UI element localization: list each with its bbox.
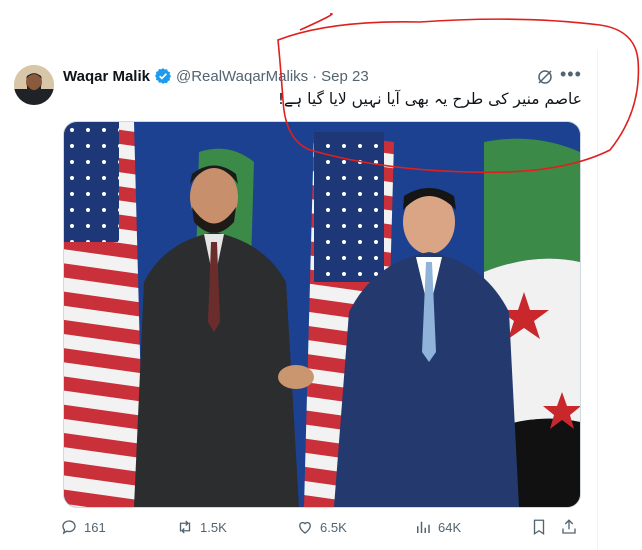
tweet-date[interactable]: Sep 23 [321, 68, 369, 85]
share-button[interactable] [560, 518, 584, 536]
like-button[interactable]: 6.5K [296, 518, 347, 536]
tweet-text: عاصم منیر کی طرح یہ بھی آیا نہیں لایا گی… [277, 90, 582, 108]
repost-button[interactable]: 1.5K [176, 518, 227, 536]
verified-badge-icon [154, 67, 172, 85]
avatar[interactable] [14, 65, 54, 105]
reply-icon [62, 520, 76, 535]
share-icon [562, 519, 576, 534]
bookmark-button[interactable] [530, 518, 554, 536]
like-icon [299, 521, 311, 534]
views-count: 64K [438, 519, 462, 535]
tweet-photo[interactable] [63, 121, 581, 508]
author-name[interactable]: Waqar Malik [63, 68, 150, 85]
repost-count: 1.5K [200, 519, 227, 535]
more-options-icon[interactable]: ••• [560, 64, 582, 85]
author-handle[interactable]: @RealWaqarMaliks [176, 68, 308, 85]
views-icon [417, 521, 430, 533]
reply-count: 161 [84, 519, 106, 535]
action-bar: 161 1.5K 6.5K 64K [60, 518, 585, 540]
bookmark-icon [533, 519, 545, 536]
tweet-header: Waqar Malik @RealWaqarMaliks · Sep 23 [63, 66, 369, 86]
like-count: 6.5K [320, 519, 347, 535]
grok-icon[interactable] [536, 68, 554, 86]
views-button[interactable]: 64K [414, 518, 461, 536]
reply-button[interactable]: 161 [60, 518, 106, 536]
repost-icon [179, 520, 191, 534]
header-separator: · [312, 67, 318, 85]
